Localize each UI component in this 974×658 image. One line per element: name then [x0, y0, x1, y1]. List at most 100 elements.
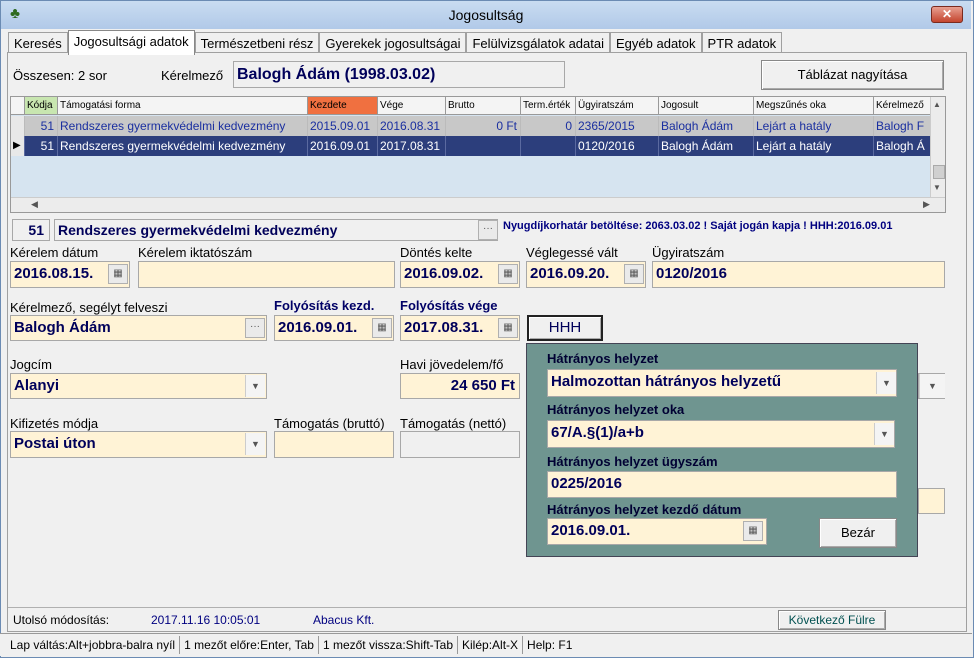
hhh-status-select[interactable]: Halmozottan hátrányos helyzetű: [547, 369, 897, 397]
scroll-right-icon[interactable]: ▶: [923, 199, 930, 210]
hhh-reason-label: Hátrányos helyzet oka: [547, 402, 685, 417]
recipient-label: Kérelmező, segélyt felveszi: [10, 300, 168, 315]
cell: [446, 136, 521, 156]
calendar-icon[interactable]: ▦: [624, 264, 644, 284]
hhh-reason-select[interactable]: 67/A.§(1)/a+b: [547, 420, 895, 448]
status-exit: Kilép:Alt-X: [462, 638, 519, 652]
hhh-start-label: Hátrányos helyzet kezdő dátum: [547, 502, 742, 517]
scroll-up-icon[interactable]: ▲: [933, 100, 941, 109]
chevron-down-icon[interactable]: ▼: [919, 374, 945, 398]
chevron-down-icon[interactable]: ▼: [876, 372, 896, 394]
chevron-down-icon[interactable]: ▼: [245, 433, 265, 455]
support-type-lookup-button[interactable]: ···: [478, 220, 498, 240]
grid-col-gross[interactable]: Brutto: [446, 97, 521, 115]
grid-col-type[interactable]: Támogatási forma: [58, 97, 308, 115]
status-separator: [179, 636, 181, 654]
recipient-lookup-button[interactable]: ···: [245, 318, 265, 338]
tab-reviews[interactable]: Felülvizsgálatok adatai: [466, 32, 611, 54]
calendar-icon[interactable]: ▦: [498, 318, 518, 338]
cell: 51: [25, 136, 58, 156]
applicant-label: Kérelmező: [161, 68, 224, 83]
decision-date-label: Döntés kelte: [400, 245, 473, 260]
caseno-label: Ügyiratszám: [652, 245, 725, 260]
cell: 2365/2015: [576, 116, 659, 136]
scroll-down-icon[interactable]: ▼: [933, 183, 941, 192]
grid-col-caseno[interactable]: Ügyiratszám: [576, 97, 659, 115]
recipient-field[interactable]: Balogh Ádám: [10, 315, 267, 341]
hidden-field[interactable]: [918, 488, 945, 514]
final-date-label: Véglegessé vált: [526, 245, 618, 260]
status-next-field: 1 mezőt előre:Enter, Tab: [184, 638, 314, 652]
status-help: Help: F1: [527, 638, 573, 652]
tab-ptr[interactable]: PTR adatok: [701, 32, 783, 54]
tab-other[interactable]: Egyéb adatok: [610, 32, 702, 54]
tab-in-kind[interactable]: Természetbeni rész: [194, 32, 320, 54]
grid-col-start[interactable]: Kezdete: [308, 97, 378, 115]
hhh-caseno-label: Hátrányos helyzet ügyszám: [547, 454, 718, 469]
request-regno-field[interactable]: [138, 261, 395, 288]
grid-indicator-header: [11, 97, 25, 115]
grid-col-end[interactable]: Vége: [378, 97, 446, 115]
row-count: Összesen: 2 sor: [13, 68, 107, 83]
scroll-left-icon[interactable]: ◀: [31, 199, 38, 210]
status-bar: Lap váltás:Alt+jobbra-balra nyíl 1 mezőt…: [0, 633, 972, 656]
hhh-status-label: Hátrányos helyzet: [547, 351, 659, 366]
status-tab-switch: Lap váltás:Alt+jobbra-balra nyíl: [10, 638, 176, 652]
cell: Balogh Ádám: [659, 116, 754, 136]
close-button[interactable]: ✕: [931, 6, 963, 23]
grid-horizontal-scrollbar[interactable]: ◀ ▶: [11, 197, 945, 212]
tab-bar: Keresés Jogosultsági adatok Természetben…: [8, 30, 783, 55]
data-grid: Kódja Támogatási forma Kezdete Vége Brut…: [10, 96, 946, 213]
cell: Lejárt a hatály: [754, 116, 874, 136]
hhh-popup: Hátrányos helyzet Halmozottan hátrányos …: [526, 343, 918, 557]
grid-col-applicant[interactable]: Kérelmező: [874, 97, 934, 115]
tab-entitlement[interactable]: Jogosultsági adatok: [67, 30, 195, 55]
hidden-dropdown[interactable]: ▼: [918, 373, 945, 399]
cell: 0: [521, 116, 576, 136]
status-separator: [522, 636, 524, 654]
grid-col-end-reason[interactable]: Megszűnés oka: [754, 97, 874, 115]
chevron-down-icon[interactable]: ▼: [874, 423, 894, 445]
current-row-arrow-icon: ▶: [11, 136, 25, 156]
payment-select[interactable]: Postai úton: [10, 431, 267, 458]
enlarge-table-button[interactable]: Táblázat nagyítása: [761, 60, 944, 90]
modified-value: 2017.11.16 10:05:01: [151, 613, 261, 627]
calendar-icon[interactable]: ▦: [108, 264, 128, 284]
support-type-field[interactable]: Rendszeres gyermekvédelmi kedvezmény: [54, 219, 498, 241]
grid-col-inkind[interactable]: Term.érték: [521, 97, 576, 115]
support-code-field: 51: [12, 219, 50, 241]
hhh-button[interactable]: HHH: [527, 315, 603, 341]
scroll-thumb[interactable]: [933, 165, 945, 179]
cell: 51: [25, 116, 58, 136]
next-tab-button[interactable]: Következő Fülre: [778, 610, 886, 630]
cell: 0 Ft: [446, 116, 521, 136]
calendar-icon[interactable]: ▦: [372, 318, 392, 338]
title-select[interactable]: Alanyi: [10, 373, 267, 399]
grid-col-code[interactable]: Kódja: [25, 97, 58, 115]
cell: Lejárt a hatály: [754, 136, 874, 156]
hhh-start-field[interactable]: 2016.09.01.: [547, 518, 767, 545]
calendar-icon[interactable]: ▦: [498, 264, 518, 284]
applicant-field: Balogh Ádám (1998.03.02): [233, 61, 565, 88]
close-icon: ✕: [941, 7, 953, 21]
tab-search[interactable]: Keresés: [8, 32, 68, 54]
income-field[interactable]: 24 650 Ft: [400, 373, 520, 399]
grid-vertical-scrollbar[interactable]: ▲ ▼: [930, 97, 945, 197]
status-prev-field: 1 mezőt vissza:Shift-Tab: [322, 638, 454, 652]
close-popup-button[interactable]: Bezár: [819, 518, 897, 548]
cell: 2016.09.01: [308, 136, 378, 156]
request-regno-label: Kérelem iktatószám: [138, 245, 253, 260]
chevron-down-icon[interactable]: ▼: [245, 375, 265, 397]
title-bar: Jogosultság: [1, 1, 971, 29]
cell: [521, 136, 576, 156]
gross-field[interactable]: [274, 431, 394, 458]
calendar-icon[interactable]: ▦: [743, 521, 763, 541]
caseno-field[interactable]: 0120/2016: [652, 261, 945, 288]
hhh-caseno-field[interactable]: 0225/2016: [547, 471, 897, 498]
cell: Balogh F: [874, 116, 934, 136]
income-label: Havi jövedelem/fő: [400, 357, 504, 372]
grid-col-recipient[interactable]: Jogosult: [659, 97, 754, 115]
cell: Rendszeres gyermekvédelmi kedvezmény: [58, 136, 308, 156]
tab-children[interactable]: Gyerekek jogosultságai: [319, 32, 467, 54]
pay-end-label: Folyósítás vége: [400, 298, 498, 313]
